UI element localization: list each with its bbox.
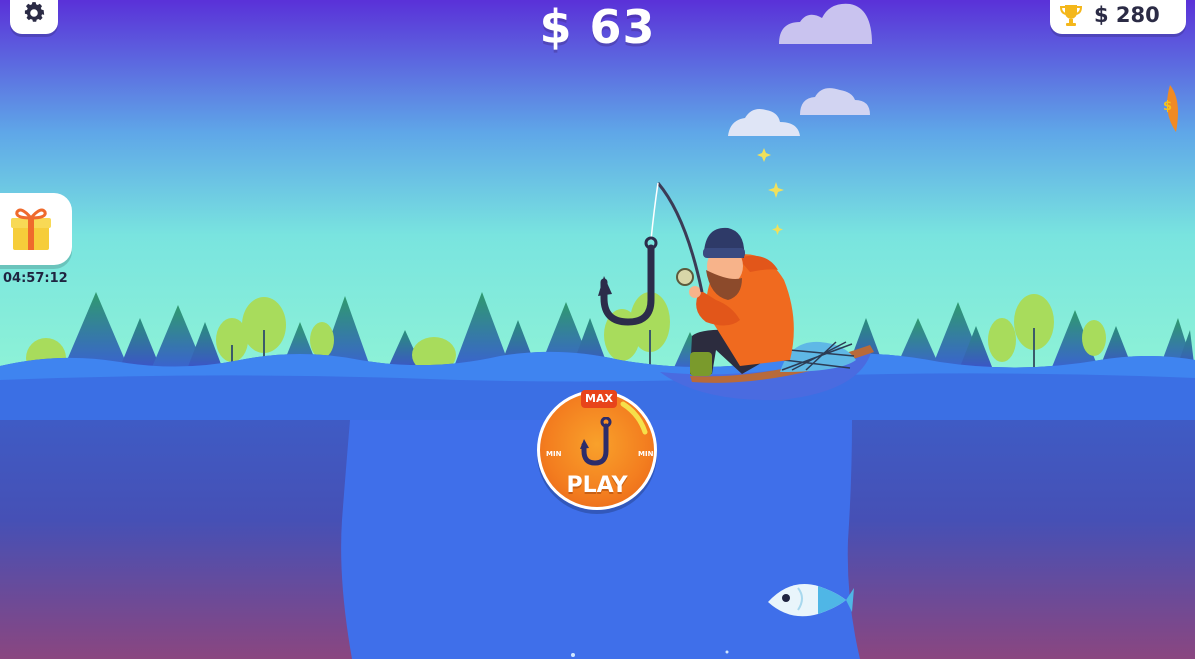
- play-button[interactable]: MAX MIN MIN PLAY: [537, 390, 657, 510]
- gear-icon: [24, 2, 45, 22]
- best-score-panel: $ 280: [1050, 0, 1186, 34]
- best-score-value: $ 280: [1094, 3, 1160, 27]
- trophy-icon: [1059, 5, 1083, 26]
- play-label: PLAY: [566, 473, 628, 498]
- gift-button[interactable]: [0, 193, 72, 265]
- max-label: MAX: [581, 390, 617, 408]
- bubble: [571, 653, 575, 657]
- bubble: [725, 650, 729, 654]
- min-label-right: MIN: [638, 450, 654, 458]
- game-scene: $: [0, 0, 1195, 659]
- svg-text:$: $: [1163, 99, 1172, 114]
- min-label-left: MIN: [546, 450, 562, 458]
- gift-icon: [11, 208, 51, 250]
- gift-timer: 04:57:12: [3, 271, 68, 286]
- hook-icon: [580, 417, 612, 466]
- money-counter: $ 63: [539, 0, 656, 54]
- settings-button[interactable]: [10, 0, 58, 34]
